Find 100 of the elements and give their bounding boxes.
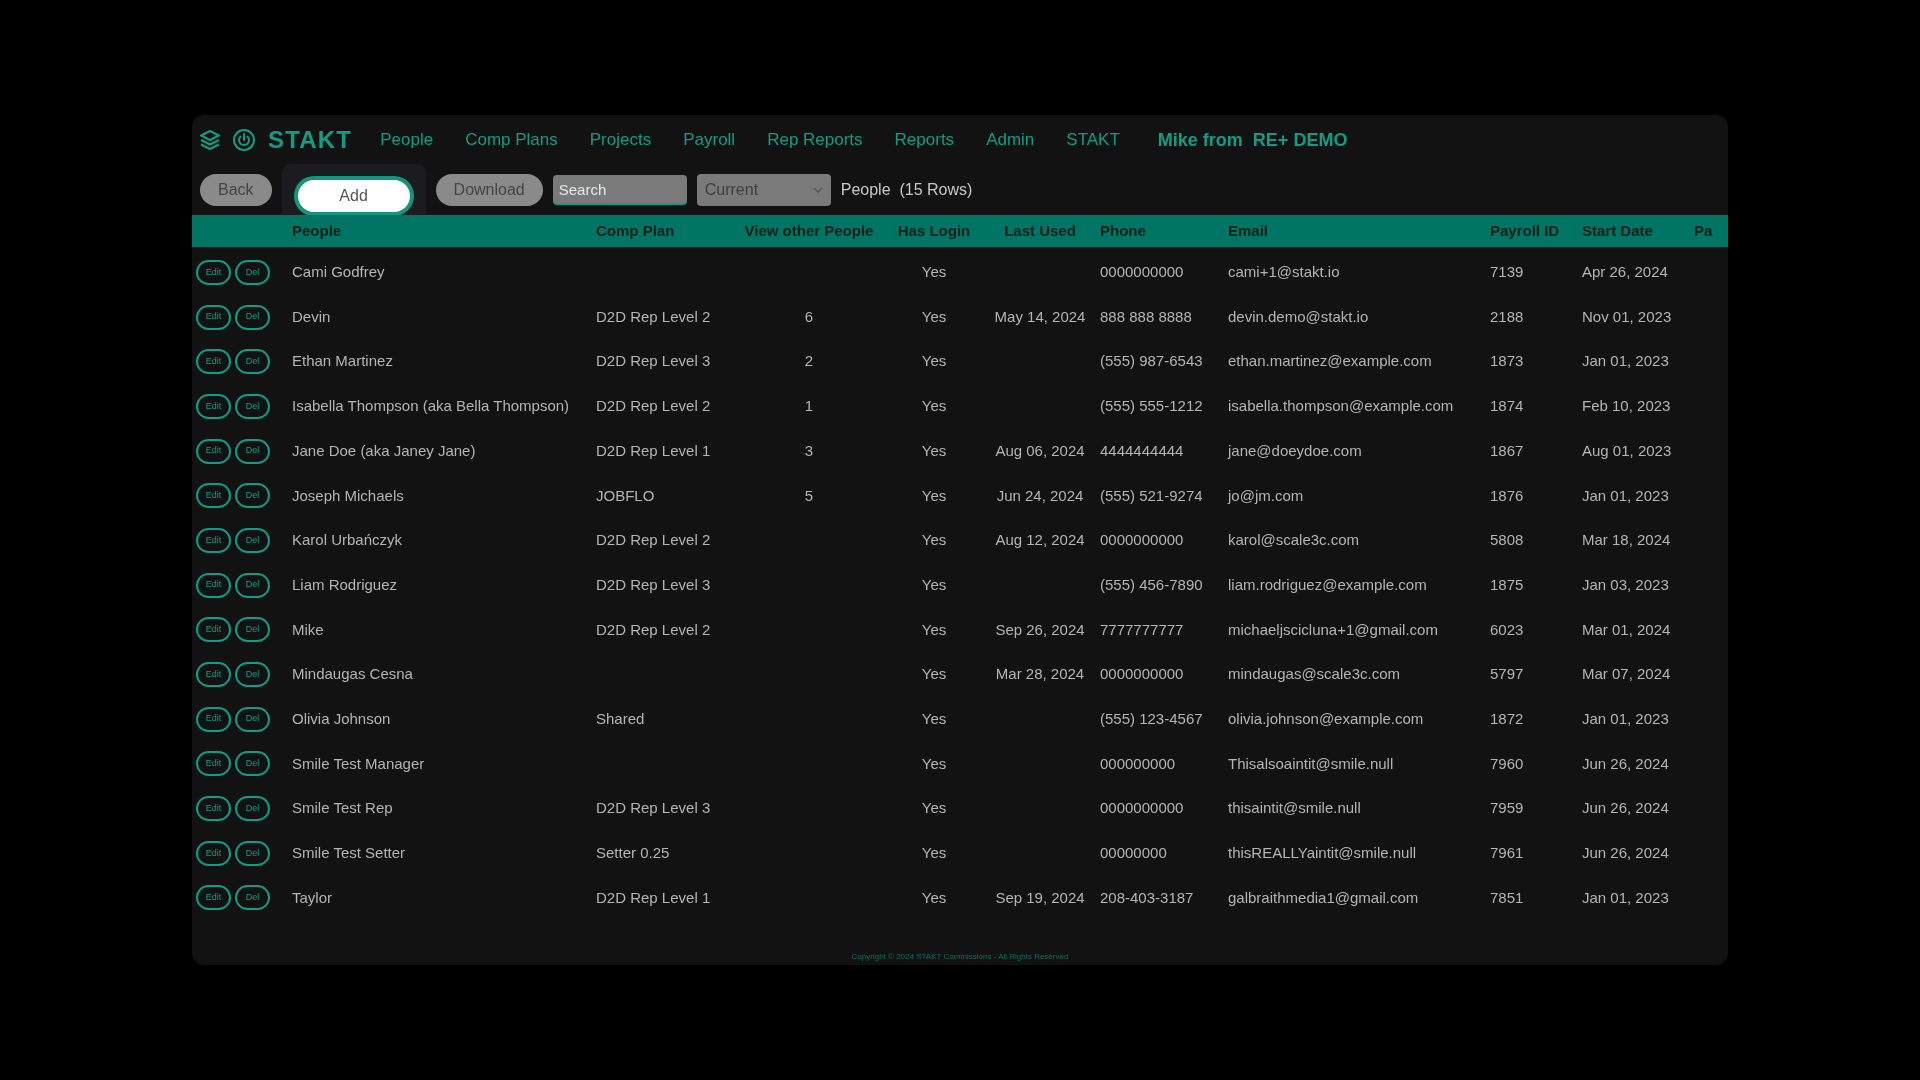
row-action-button[interactable]: Del <box>235 840 270 866</box>
row-action-button[interactable]: Del <box>235 617 270 643</box>
row-action-button[interactable]: Edit <box>196 885 231 911</box>
row-action-button[interactable]: Edit <box>196 349 231 375</box>
row-action-button[interactable]: Edit <box>196 438 231 464</box>
table-cell: thisaintit@smile.null <box>1228 799 1361 817</box>
column-header[interactable]: Has Login <box>897 221 971 239</box>
table-cell: 5797 <box>1490 665 1524 683</box>
row-action-button[interactable]: Del <box>235 304 270 330</box>
table-cell: 000000000 <box>1100 754 1176 772</box>
row-action-button[interactable]: Del <box>235 706 270 732</box>
nav-link[interactable]: People <box>364 127 450 153</box>
table-cell: Aug 01, 2023 <box>1582 441 1672 459</box>
table-cell: 1867 <box>1490 441 1524 459</box>
table-cell: Smile Test Rep <box>292 799 393 817</box>
table-cell: isabella.thompson@example.com <box>1228 397 1454 415</box>
row-count-label: People (15 Rows) <box>840 180 973 200</box>
table-cell: D2D Rep Level 3 <box>596 352 711 370</box>
row-action-button[interactable]: Edit <box>196 393 231 419</box>
column-header[interactable]: Comp Plan <box>596 221 675 239</box>
row-action-button[interactable]: Del <box>235 662 270 688</box>
table-cell: JOBFLO <box>596 486 655 504</box>
table-cell: Joseph Michaels <box>292 486 404 504</box>
table-cell: Nov 01, 2023 <box>1582 307 1672 325</box>
table-cell: Yes <box>921 352 947 370</box>
table-cell: 0000000000 <box>1100 665 1184 683</box>
nav-link[interactable]: Reports <box>878 127 971 153</box>
table-cell: 0000000000 <box>1100 799 1184 817</box>
table-cell: 7961 <box>1490 844 1524 862</box>
row-action-button[interactable]: Edit <box>196 259 231 285</box>
column-header[interactable]: View other People <box>744 221 874 239</box>
row-action-button[interactable]: Edit <box>196 483 231 509</box>
column-header[interactable]: Pa <box>1694 221 1713 239</box>
table-cell: Sep 19, 2024 <box>995 888 1085 906</box>
table-cell: cami+1@stakt.io <box>1228 263 1340 281</box>
nav-link[interactable]: Projects <box>573 127 668 153</box>
row-action-button[interactable]: Edit <box>196 706 231 732</box>
column-header[interactable]: Email <box>1228 221 1269 239</box>
table-cell: 1873 <box>1490 352 1524 370</box>
row-action-button[interactable]: Edit <box>196 662 231 688</box>
row-action-button[interactable]: Del <box>235 796 270 822</box>
table-cell: Yes <box>921 665 947 683</box>
table-cell: 2 <box>804 352 814 370</box>
table-cell: mindaugas@scale3c.com <box>1228 665 1400 683</box>
column-header[interactable]: Start Date <box>1582 221 1653 239</box>
row-action-button[interactable]: Edit <box>196 617 231 643</box>
row-action-button[interactable]: Del <box>235 483 270 509</box>
table-cell: 7139 <box>1490 263 1524 281</box>
table-cell: Sep 26, 2024 <box>995 620 1085 638</box>
table-cell: jo@jm.com <box>1228 486 1304 504</box>
nav-link[interactable]: STAKT <box>1050 127 1136 153</box>
row-action-button[interactable]: Del <box>235 349 270 375</box>
column-header[interactable]: People <box>292 221 342 239</box>
row-action-button[interactable]: Del <box>235 572 270 598</box>
table-cell: Yes <box>921 620 947 638</box>
table-cell: Ethan Martinez <box>292 352 393 370</box>
search-field[interactable]: Search <box>552 175 687 205</box>
table-cell: Jan 01, 2023 <box>1582 352 1669 370</box>
layers-icon <box>198 128 222 152</box>
table-cell: thisREALLYaintit@smile.null <box>1228 844 1417 862</box>
table-cell: jane@doeydoe.com <box>1228 441 1362 459</box>
row-action-button[interactable]: Del <box>235 259 270 285</box>
table-cell: Yes <box>921 441 947 459</box>
table-cell: (555) 123-4567 <box>1100 709 1203 727</box>
column-header[interactable]: Last Used <box>1004 221 1076 239</box>
table-cell: 1 <box>804 397 814 415</box>
table-cell: Yes <box>921 486 947 504</box>
column-header[interactable]: Phone <box>1100 221 1146 239</box>
nav-link[interactable]: Comp Plans <box>449 127 574 153</box>
table-cell: olivia.johnson@example.com <box>1228 709 1424 727</box>
row-action-button[interactable]: Edit <box>196 751 231 777</box>
row-action-button[interactable]: Del <box>235 527 270 553</box>
logo-text: STAKT <box>268 125 353 155</box>
table-cell: 3 <box>804 441 814 459</box>
row-action-button[interactable]: Edit <box>196 796 231 822</box>
row-action-button[interactable]: Del <box>235 393 270 419</box>
table-cell: Jan 03, 2023 <box>1582 575 1669 593</box>
table-cell: 1875 <box>1490 575 1524 593</box>
table-cell: 1874 <box>1490 397 1524 415</box>
table-cell: Yes <box>921 709 947 727</box>
nav-link[interactable]: Rep Reports <box>751 127 879 153</box>
column-header[interactable]: Payroll ID <box>1490 221 1560 239</box>
table-cell: Smile Test Setter <box>292 844 406 862</box>
row-action-button[interactable]: Del <box>235 751 270 777</box>
nav-link[interactable]: Payroll <box>667 127 752 153</box>
row-action-button[interactable]: Del <box>235 438 270 464</box>
nav-link[interactable]: Admin <box>970 127 1051 153</box>
table-cell: Jan 01, 2023 <box>1582 709 1669 727</box>
table-cell: Aug 06, 2024 <box>995 441 1085 459</box>
power-icon[interactable] <box>232 128 256 152</box>
table-cell: Yes <box>921 799 947 817</box>
table-cell: Taylor <box>292 888 332 906</box>
row-action-button[interactable]: Del <box>235 885 270 911</box>
table-cell: Yes <box>921 754 947 772</box>
row-action-button[interactable]: Edit <box>196 840 231 866</box>
table-cell: Jun 26, 2024 <box>1582 799 1669 817</box>
row-action-button[interactable]: Edit <box>196 572 231 598</box>
row-action-button[interactable]: Edit <box>196 304 231 330</box>
row-action-button[interactable]: Edit <box>196 527 231 553</box>
table-cell: 0000000000 <box>1100 531 1184 549</box>
